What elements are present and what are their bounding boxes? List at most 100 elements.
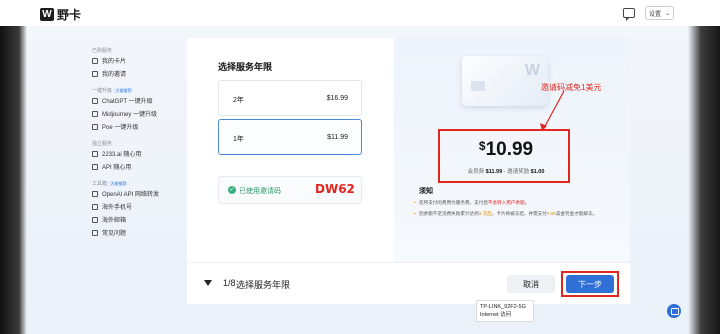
step-title: 选择服务年限 [236,280,291,290]
app-logo[interactable]: W 野卡 [40,6,81,23]
notice-text: 您所支付的费用为服务费，支付后 [419,200,488,205]
sidebar-item-label: 常见问题 [102,231,127,237]
sidebar-item-label: 2233.ai 随心用 [102,152,142,158]
logo-mark: W [40,8,54,21]
plan-option-label: 1年 [233,136,244,143]
total-price-box: $10.99 会员费 $11.99 - 邀请奖励 $1.00 [438,129,570,183]
check-circle-icon: ✓ [228,186,236,194]
notice-item: 您所支付的费用为服务费，支付后不会转入用户余额。 [414,199,624,206]
sidebar-item-label: 海外邮箱 [102,218,127,224]
discount-label: 邀请奖励 [507,169,530,175]
plan-option-price: $16.99 [326,95,348,102]
price-amount: 10.99 [485,139,534,160]
sidebar-item-my-cards[interactable]: 我的卡片 [92,54,182,67]
sidebar-item-label: 我的邀请 [102,72,127,78]
card-icon [92,57,98,64]
plan-card: 选择服务年限 2年 $16.99 1年 $11.99 ✓ 已使用邀请码 DW62… [187,38,630,262]
notice-text: 因余额不足消费失败累计达到 [419,211,479,216]
sidebar-item-label: API 随心用 [102,165,132,171]
sidebar: 已购服务 我的卡片 我的邀请 一键升级 大佬推荐 ChatGPT 一键升级 Mi… [92,40,182,239]
currency-symbol: $ [478,139,486,153]
price-breakdown: 会员费 $11.99 - 邀请奖励 $1.00 [440,167,572,175]
sidebar-item-openai-forward[interactable]: OpenAI API 网络转发 [92,187,182,200]
separator: - [503,169,506,175]
recommend-badge: 大佬推荐 [108,181,129,186]
sidebar-item-2233[interactable]: 2233.ai 随心用 [92,147,182,160]
credit-card-image: W [462,56,548,106]
cancel-button[interactable]: 取消 [507,275,555,293]
notice-highlight: 0.99 [546,211,556,216]
support-chat-icon[interactable] [667,304,681,318]
sidebar-item-label: ChatGPT 一键升级 [102,99,153,105]
phone-icon [92,203,98,210]
sidebar-item-label: 海外手机号 [102,205,133,211]
message-icon[interactable] [623,8,635,21]
price-summary-pane: W 邀请码减免1美元 $10.99 会员费 $11.99 - 邀请奖励 $1.0… [394,38,630,262]
sidebar-item-my-invites[interactable]: 我的邀请 [92,67,182,80]
plan-option-2-year[interactable]: 2年 $16.99 [218,80,362,116]
sidebar-item-faq[interactable]: 常见问题 [92,226,182,239]
sidebar-item-chatgpt[interactable]: ChatGPT 一键升级 [92,94,182,107]
total-price: $10.99 [440,139,572,161]
sidebar-group-label: 已购服务 [92,48,113,54]
star-icon [92,150,98,157]
settings-dropdown[interactable]: 设置 ⌄ [645,6,674,20]
mail-icon [92,216,98,223]
notice-title: 须知 [419,188,433,195]
wifi-status: Internet 访问 [480,312,512,318]
notice-highlight: 3 次后 [478,211,492,216]
recommend-badge: 大佬推荐 [113,88,134,93]
sidebar-item-label: Midjourney 一键升级 [102,112,158,118]
plan-option-price: $11.99 [327,134,348,141]
sidebar-group-label: 独立服务 [92,141,113,147]
sidebar-item-label: 我的卡片 [102,59,127,65]
card-logo: W [524,62,540,79]
wifi-tooltip: TP-LINK_92F2-5G Internet 访问 [476,300,534,322]
coupon-field[interactable]: ✓ 已使用邀请码 DW62 [218,176,362,204]
app-name: 野卡 [57,8,82,22]
card-chip [471,81,485,91]
next-button-annotation: 下一步 [561,271,619,297]
api-icon [92,163,98,170]
window-frame-left [0,0,27,334]
coupon-status: 已使用邀请码 [239,188,281,195]
window-frame-right [688,0,720,334]
settings-label: 设置 [649,11,662,18]
invite-icon [92,70,98,77]
notice-text: 。 [524,200,530,205]
sidebar-group-label: 一键升级 大佬推荐 [92,87,182,94]
forward-icon [92,190,98,197]
sidebar-item-poe[interactable]: Poe 一键升级 [92,120,182,133]
wifi-network-name: TP-LINK_92F2-5G [480,304,526,310]
plan-option-1-year[interactable]: 1年 $11.99 [218,119,362,155]
top-bar: W 野卡 设置 ⌄ [0,0,720,26]
discount-value: $1.00 [530,169,545,175]
notice-highlight: 不会转入用户余额 [487,200,525,205]
openai-icon [92,97,98,104]
step-footer: 1/8 选择服务年限 取消 下一步 [187,262,630,304]
plan-selection-pane: 选择服务年限 2年 $16.99 1年 $11.99 ✓ 已使用邀请码 DW62 [187,38,394,262]
help-icon [92,229,98,236]
section-title: 选择服务年限 [218,62,273,72]
member-price-label: 会员费 [467,169,485,175]
annotation-text: 邀请码减免1美元 [541,83,602,92]
plan-option-label: 2年 [233,97,244,104]
notice-text: ，卡片将被冻结，并需支付 [491,211,547,216]
next-button[interactable]: 下一步 [566,275,614,293]
sidebar-group-label: 工具箱 大佬推荐 [92,180,182,187]
chevron-down-icon: ⌄ [664,10,670,17]
group-label-text: 工具箱 [92,181,108,187]
group-label-text: 一键升级 [92,88,113,94]
sidebar-item-mail[interactable]: 海外邮箱 [92,213,182,226]
sidebar-item-label: Poe 一键升级 [102,125,139,131]
notice-text: 美金罚金才能解冻。 [555,211,598,216]
notice-item: 因余额不足消费失败累计达到3 次后，卡片将被冻结，并需支付0.99美金罚金才能解… [414,210,624,217]
sidebar-item-phone[interactable]: 海外手机号 [92,200,182,213]
step-counter: 1/8 [223,278,236,288]
member-price: $11.99 [485,169,503,175]
chevron-down-icon[interactable] [204,280,212,286]
sidebar-item-midjourney[interactable]: Midjourney 一键升级 [92,107,182,120]
sidebar-item-api[interactable]: API 随心用 [92,160,182,173]
chat-icon [92,123,98,130]
sail-icon [92,110,98,117]
